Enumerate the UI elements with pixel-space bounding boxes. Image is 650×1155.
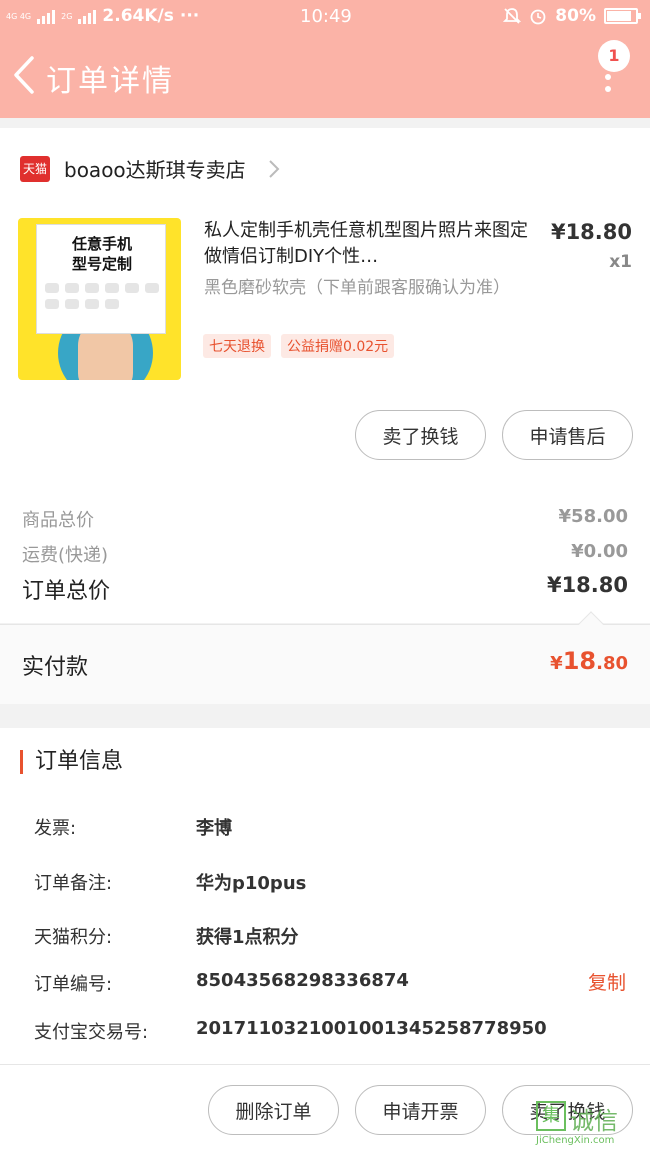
- network-type: 4G 4G: [6, 11, 32, 21]
- product-spec: 黑色磨砂软壳（下单前跟客服确认为准）: [204, 278, 510, 298]
- status-left: 4G 4G 2G 2.64K/s ···: [6, 6, 199, 26]
- goods-total-value: ¥58.00: [558, 506, 628, 527]
- battery-icon: [604, 8, 641, 24]
- brand-logos: [45, 283, 160, 309]
- after-sale-button[interactable]: 申请售后: [502, 410, 633, 460]
- tmall-points-label: 天猫积分:: [34, 927, 113, 948]
- goods-total-label: 商品总价: [22, 510, 94, 531]
- order-item-card: 天猫 boaoo达斯琪专卖店 任意手机 型号定制 私人定制手机壳任意机型图片照片…: [0, 128, 650, 623]
- net-speed: 2.64K/s: [102, 6, 174, 26]
- header: 订单详情 1: [0, 34, 650, 118]
- order-info-card: 订单信息 发票: 李博 订单备注: 华为p10pus 天猫积分: 获得1点积分 …: [0, 728, 650, 1064]
- sell-for-cash-button[interactable]: 卖了换钱: [355, 410, 486, 460]
- more-notifications: ···: [179, 6, 200, 26]
- order-note-label: 订单备注:: [34, 873, 113, 894]
- shop-link[interactable]: 天猫 boaoo达斯琪专卖店: [20, 154, 282, 183]
- invoice-value: 李博: [196, 818, 232, 839]
- tag-charity: 公益捐赠0.02元: [281, 334, 395, 358]
- paid-label: 实付款: [22, 655, 89, 680]
- shipping-value: ¥0.00: [571, 541, 628, 562]
- page-title: 订单详情: [46, 64, 174, 99]
- product-name[interactable]: 私人定制手机壳任意机型图片照片来图定做情侣订制DIY个性…: [204, 218, 534, 270]
- paid-amount-row: 实付款 ¥18.80: [0, 611, 650, 704]
- order-info-title: 订单信息: [20, 750, 123, 774]
- status-right: 80%: [503, 6, 641, 26]
- status-bar: 4G 4G 2G 2.64K/s ··· 10:49 80%: [0, 0, 650, 34]
- order-number-value: 850435682983368​74: [196, 970, 409, 991]
- tmall-points-value: 获得1点积分: [196, 927, 299, 948]
- request-invoice-button[interactable]: 申请开票: [355, 1085, 486, 1135]
- more-vertical-icon: [605, 74, 611, 98]
- product-tags: 七天退换 公益捐赠0.02元: [203, 334, 395, 358]
- invoice-label: 发票:: [34, 818, 77, 839]
- shop-name: boaoo达斯琪专卖店: [64, 158, 246, 182]
- paid-value: ¥18.80: [550, 647, 628, 675]
- image-title-line1: 任意手机: [71, 235, 132, 253]
- alipay-trade-label: 支付宝交易号:: [34, 1022, 149, 1043]
- notification-badge: 1: [598, 40, 630, 72]
- signal-icon-2: [78, 8, 97, 24]
- tmall-logo-icon: 天猫: [20, 155, 50, 182]
- order-note-value: 华为p10pus: [196, 873, 307, 894]
- signal-icon: [37, 8, 56, 24]
- chevron-right-icon: [268, 159, 280, 178]
- top-bar: 4G 4G 2G 2.64K/s ··· 10:49 80% 订单详情 1: [0, 0, 650, 118]
- delete-order-button[interactable]: 删除订单: [208, 1085, 339, 1135]
- copy-order-number-button[interactable]: 复制: [588, 968, 626, 995]
- order-total-value: ¥18.80: [546, 573, 628, 597]
- image-title-line2: 型号定制: [71, 255, 132, 273]
- clock: 10:49: [300, 6, 352, 27]
- shipping-label: 运费(快递): [22, 545, 109, 566]
- alipay-trade-value: 2017110321001001345258778950: [196, 1018, 547, 1039]
- product-image[interactable]: 任意手机 型号定制: [18, 218, 181, 380]
- network-type-2: 2G: [61, 11, 73, 21]
- order-number-label: 订单编号:: [34, 974, 113, 995]
- product-image-board: 任意手机 型号定制: [36, 224, 166, 334]
- bell-off-icon: [503, 8, 522, 24]
- order-total-label: 订单总价: [22, 579, 111, 604]
- back-arrow-icon[interactable]: [8, 54, 38, 96]
- tag-seven-day-return: 七天退换: [203, 334, 271, 358]
- battery-percent: 80%: [555, 6, 596, 26]
- watermark-logo: 集 诚信 JiChengXin.com: [534, 1099, 644, 1151]
- alarm-icon: [530, 9, 546, 25]
- product-price: ¥18.80: [550, 220, 632, 244]
- product-quantity: x1: [609, 252, 632, 272]
- bottom-action-bar: 删除订单 申请开票 卖了换钱 集 诚信 JiChengXin.com: [0, 1064, 650, 1155]
